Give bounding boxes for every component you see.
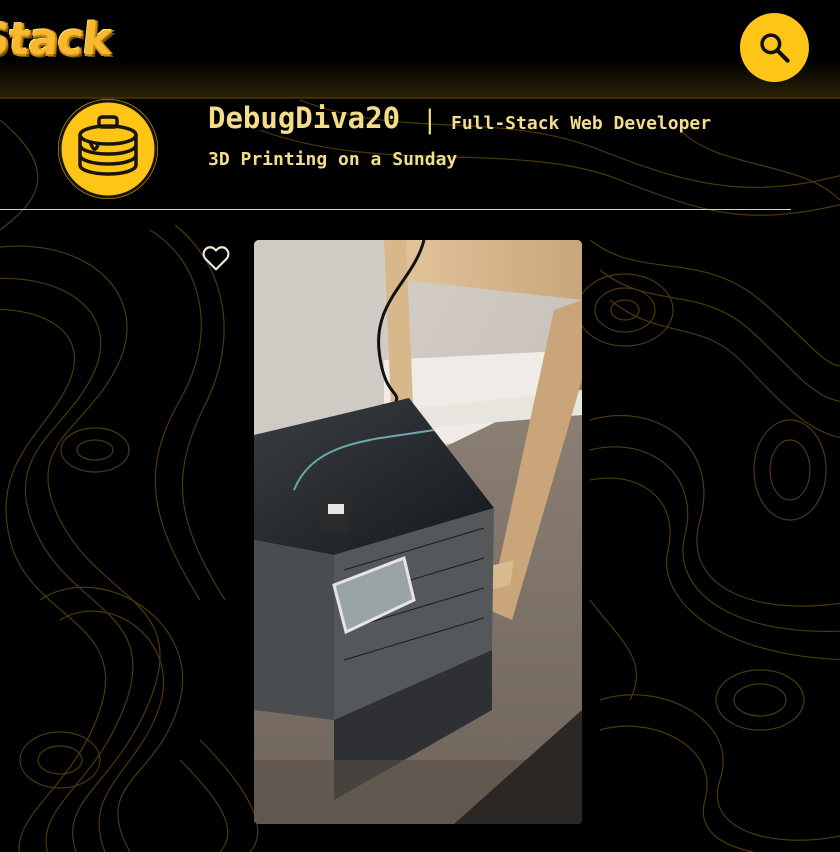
profile-header: DebugDiva20 | Full-Stack Web Developer 3… — [0, 97, 840, 209]
post-title: 3D Printing on a Sunday — [208, 149, 458, 170]
username[interactable]: DebugDiva20 — [208, 101, 400, 135]
top-header: Stack — [0, 0, 840, 99]
user-role: Full-Stack Web Developer — [451, 113, 712, 134]
title-separator: | — [422, 105, 438, 135]
pancake-stack-icon — [58, 99, 158, 199]
search-button[interactable] — [740, 13, 809, 82]
printer-photo-image — [254, 240, 582, 824]
search-icon — [760, 33, 790, 63]
site-logo[interactable]: Stack — [0, 14, 113, 65]
heart-outline-icon — [202, 246, 230, 271]
post-photo[interactable] — [254, 240, 582, 824]
header-divider — [0, 209, 791, 210]
like-button[interactable] — [200, 242, 232, 274]
avatar[interactable] — [58, 99, 158, 199]
